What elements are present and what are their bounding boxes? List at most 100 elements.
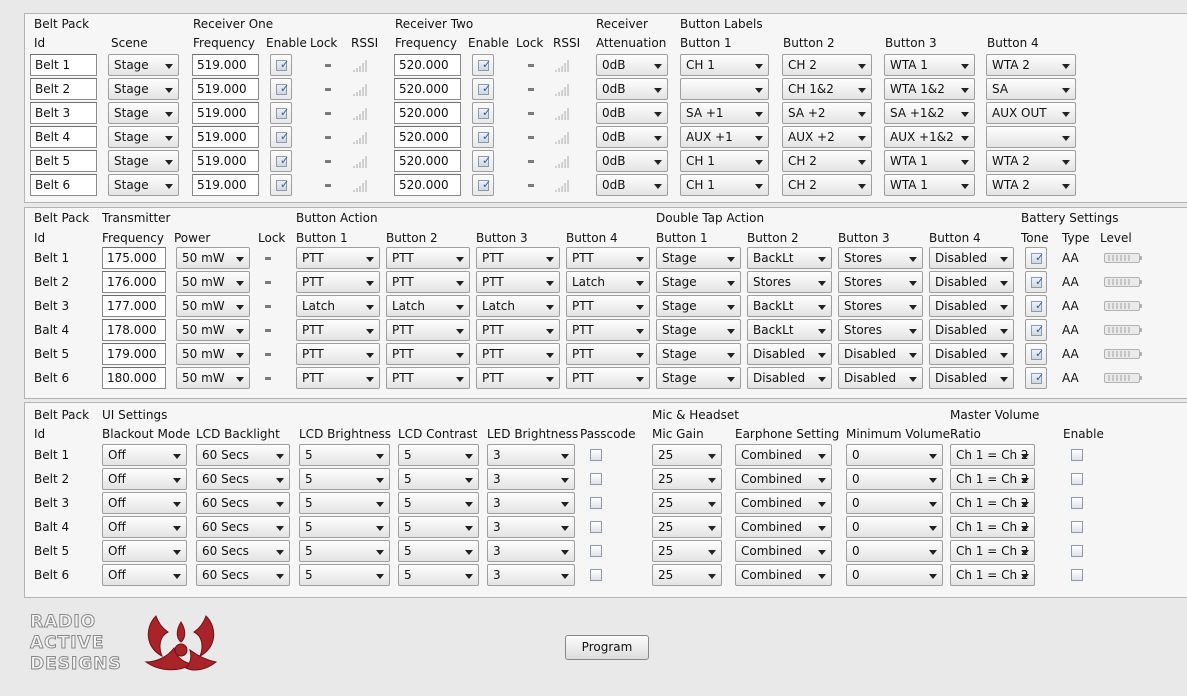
earphone-setting-dropdown[interactable]: Combined: [735, 564, 832, 586]
led-brightness-dropdown[interactable]: 3: [487, 516, 575, 538]
button-3-label-dropdown[interactable]: SA +1&2: [884, 102, 975, 124]
double-tap-button-2-dropdown[interactable]: Stores: [747, 271, 832, 293]
double-tap-button-2-dropdown[interactable]: Disabled: [747, 367, 832, 389]
lcd-brightness-dropdown[interactable]: 5: [299, 492, 390, 514]
double-tap-button-3-dropdown[interactable]: Disabled: [838, 367, 923, 389]
button-2-label-dropdown[interactable]: CH 2: [782, 150, 872, 172]
double-tap-button-3-dropdown[interactable]: Disabled: [838, 343, 923, 365]
lcd-contrast-dropdown[interactable]: 5: [398, 444, 479, 466]
master-volume-ratio-dropdown[interactable]: Ch 1 = Ch 2: [950, 540, 1035, 562]
transmitter-frequency-field[interactable]: 176.000: [102, 271, 166, 293]
passcode-checkbox[interactable]: [590, 449, 602, 461]
receiver-one-enable-checkbox[interactable]: ✓: [270, 102, 292, 124]
passcode-checkbox[interactable]: [590, 569, 602, 581]
passcode-checkbox[interactable]: [590, 521, 602, 533]
lcd-brightness-dropdown[interactable]: 5: [299, 444, 390, 466]
button-1-label-dropdown[interactable]: AUX +1: [680, 126, 769, 148]
attenuation-dropdown[interactable]: 0dB: [596, 174, 668, 196]
receiver-two-enable-checkbox[interactable]: ✓: [472, 174, 494, 196]
mic-gain-dropdown[interactable]: 25: [652, 540, 722, 562]
button-1-label-dropdown[interactable]: SA +1: [680, 102, 769, 124]
button-2-label-dropdown[interactable]: SA +2: [782, 102, 872, 124]
button-1-action-dropdown[interactable]: Latch: [296, 295, 380, 317]
belt-id-field[interactable]: Belt 1: [30, 54, 97, 76]
attenuation-dropdown[interactable]: 0dB: [596, 54, 668, 76]
button-1-label-dropdown[interactable]: CH 1: [680, 54, 769, 76]
blackout-mode-dropdown[interactable]: Off: [102, 468, 187, 490]
button-2-label-dropdown[interactable]: CH 2: [782, 174, 872, 196]
blackout-mode-dropdown[interactable]: Off: [102, 516, 187, 538]
minimum-volume-dropdown[interactable]: 0: [846, 540, 943, 562]
double-tap-button-1-dropdown[interactable]: Stage: [656, 295, 741, 317]
transmitter-frequency-field[interactable]: 179.000: [102, 343, 166, 365]
double-tap-button-1-dropdown[interactable]: Stage: [656, 367, 741, 389]
battery-tone-checkbox[interactable]: ✓: [1025, 295, 1047, 317]
receiver-one-enable-checkbox[interactable]: ✓: [270, 126, 292, 148]
double-tap-button-1-dropdown[interactable]: Stage: [656, 319, 741, 341]
scene-dropdown[interactable]: Stage: [108, 126, 179, 148]
double-tap-button-4-dropdown[interactable]: Disabled: [929, 271, 1014, 293]
double-tap-button-3-dropdown[interactable]: Stores: [838, 247, 923, 269]
button-2-action-dropdown[interactable]: PTT: [386, 343, 470, 365]
lcd-contrast-dropdown[interactable]: 5: [398, 564, 479, 586]
minimum-volume-dropdown[interactable]: 0: [846, 444, 943, 466]
button-4-label-dropdown[interactable]: WTA 2: [986, 150, 1076, 172]
transmitter-frequency-field[interactable]: 180.000: [102, 367, 166, 389]
scene-dropdown[interactable]: Stage: [108, 150, 179, 172]
transmitter-frequency-field[interactable]: 175.000: [102, 247, 166, 269]
receiver-two-enable-checkbox[interactable]: ✓: [472, 78, 494, 100]
program-button[interactable]: Program: [565, 635, 649, 660]
earphone-setting-dropdown[interactable]: Combined: [735, 516, 832, 538]
led-brightness-dropdown[interactable]: 3: [487, 444, 575, 466]
button-1-action-dropdown[interactable]: PTT: [296, 319, 380, 341]
button-2-action-dropdown[interactable]: PTT: [386, 319, 470, 341]
master-volume-enable-checkbox[interactable]: [1071, 497, 1083, 509]
mic-gain-dropdown[interactable]: 25: [652, 468, 722, 490]
receiver-one-frequency-field[interactable]: 519.000: [192, 150, 259, 172]
button-4-label-dropdown[interactable]: WTA 2: [986, 54, 1076, 76]
receiver-two-frequency-field[interactable]: 520.000: [394, 54, 461, 76]
receiver-one-frequency-field[interactable]: 519.000: [192, 54, 259, 76]
double-tap-button-2-dropdown[interactable]: BackLt: [747, 319, 832, 341]
receiver-two-enable-checkbox[interactable]: ✓: [472, 126, 494, 148]
minimum-volume-dropdown[interactable]: 0: [846, 564, 943, 586]
button-4-action-dropdown[interactable]: PTT: [566, 343, 650, 365]
mic-gain-dropdown[interactable]: 25: [652, 564, 722, 586]
button-2-label-dropdown[interactable]: AUX +2: [782, 126, 872, 148]
master-volume-enable-checkbox[interactable]: [1071, 569, 1083, 581]
earphone-setting-dropdown[interactable]: Combined: [735, 540, 832, 562]
blackout-mode-dropdown[interactable]: Off: [102, 444, 187, 466]
power-dropdown[interactable]: 50 mW: [176, 271, 250, 293]
double-tap-button-2-dropdown[interactable]: BackLt: [747, 295, 832, 317]
lcd-brightness-dropdown[interactable]: 5: [299, 516, 390, 538]
double-tap-button-3-dropdown[interactable]: Stores: [838, 319, 923, 341]
battery-tone-checkbox[interactable]: ✓: [1025, 367, 1047, 389]
belt-id-field[interactable]: Belt 2: [30, 78, 97, 100]
button-1-label-dropdown[interactable]: [680, 78, 769, 100]
button-2-action-dropdown[interactable]: PTT: [386, 271, 470, 293]
mic-gain-dropdown[interactable]: 25: [652, 492, 722, 514]
lcd-brightness-dropdown[interactable]: 5: [299, 540, 390, 562]
button-1-action-dropdown[interactable]: PTT: [296, 367, 380, 389]
transmitter-frequency-field[interactable]: 177.000: [102, 295, 166, 317]
minimum-volume-dropdown[interactable]: 0: [846, 468, 943, 490]
double-tap-button-4-dropdown[interactable]: Disabled: [929, 367, 1014, 389]
mic-gain-dropdown[interactable]: 25: [652, 444, 722, 466]
master-volume-ratio-dropdown[interactable]: Ch 1 = Ch 2: [950, 564, 1035, 586]
double-tap-button-2-dropdown[interactable]: BackLt: [747, 247, 832, 269]
belt-id-field[interactable]: Belt 6: [30, 174, 97, 196]
lcd-contrast-dropdown[interactable]: 5: [398, 516, 479, 538]
blackout-mode-dropdown[interactable]: Off: [102, 492, 187, 514]
earphone-setting-dropdown[interactable]: Combined: [735, 444, 832, 466]
button-4-action-dropdown[interactable]: Latch: [566, 271, 650, 293]
receiver-one-frequency-field[interactable]: 519.000: [192, 126, 259, 148]
minimum-volume-dropdown[interactable]: 0: [846, 516, 943, 538]
double-tap-button-3-dropdown[interactable]: Stores: [838, 271, 923, 293]
attenuation-dropdown[interactable]: 0dB: [596, 150, 668, 172]
button-3-label-dropdown[interactable]: WTA 1: [884, 174, 975, 196]
button-4-label-dropdown[interactable]: SA: [986, 78, 1076, 100]
button-2-label-dropdown[interactable]: CH 1&2: [782, 78, 872, 100]
button-3-action-dropdown[interactable]: Latch: [476, 295, 560, 317]
master-volume-ratio-dropdown[interactable]: Ch 1 = Ch 2: [950, 468, 1035, 490]
master-volume-ratio-dropdown[interactable]: Ch 1 = Ch 2: [950, 516, 1035, 538]
